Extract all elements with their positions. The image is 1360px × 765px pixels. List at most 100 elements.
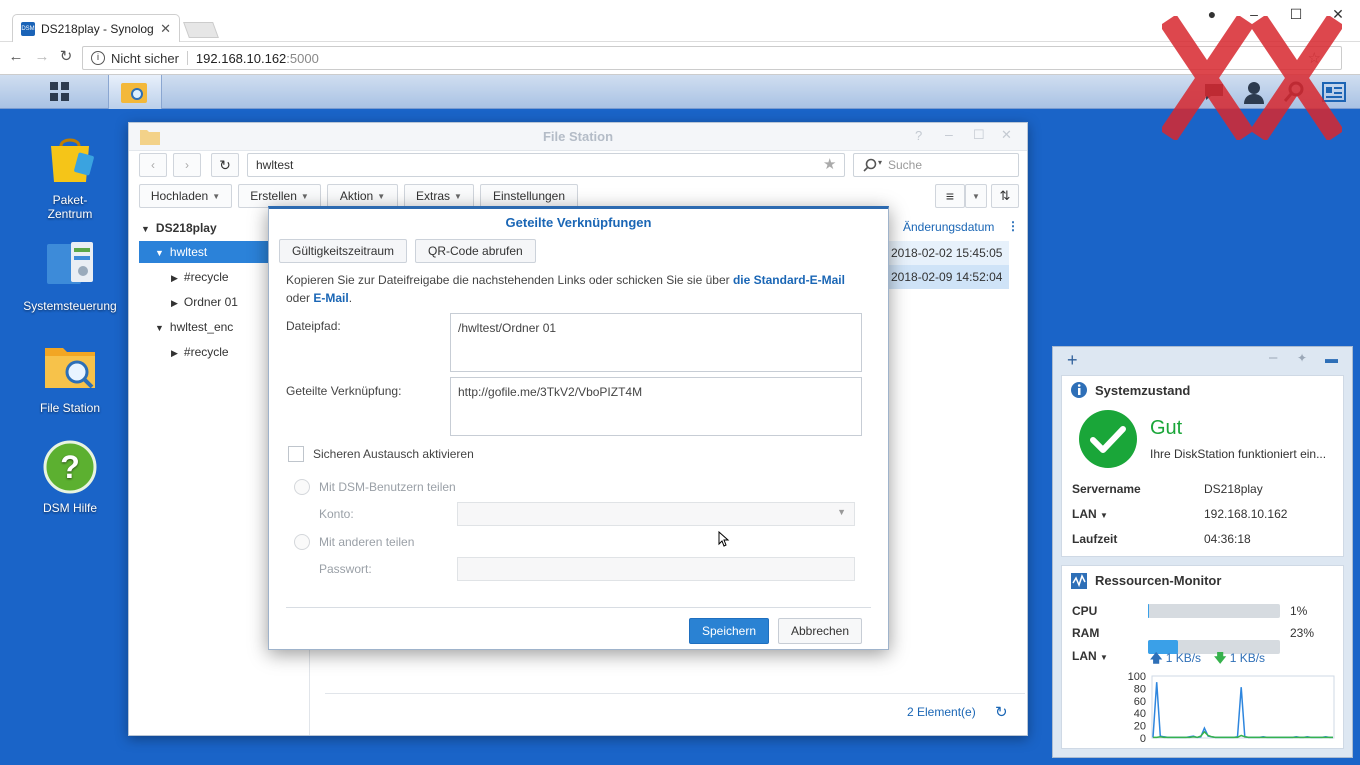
collapse-widgets-button[interactable]: – xyxy=(1269,349,1277,366)
y-tick-label: 100 xyxy=(1128,671,1146,683)
ram-label: RAM xyxy=(1072,626,1100,640)
collapse-icon: ▶ xyxy=(171,348,178,358)
account-select[interactable]: ▼ xyxy=(457,502,855,526)
dialog-title: Geteilte Verknüpfungen xyxy=(505,215,652,230)
save-button[interactable]: Speichern xyxy=(689,618,769,644)
info-row: Laufzeit 04:36:18 xyxy=(1072,531,1251,546)
info-icon[interactable]: i xyxy=(91,51,105,65)
file-row-2-date[interactable]: 2018-02-09 14:52:04 xyxy=(889,265,1009,289)
status-refresh-icon[interactable]: ↻ xyxy=(995,703,1008,721)
settings-button[interactable]: Einstellungen xyxy=(480,184,578,208)
close-button[interactable]: ✕ xyxy=(1001,127,1012,143)
arrow-down-icon: 🡇 xyxy=(1214,651,1227,665)
dialog-divider xyxy=(286,607,871,608)
network-chart: 100806040200 xyxy=(1128,671,1335,744)
window-title: File Station xyxy=(542,129,614,144)
dsm-users-radio[interactable] xyxy=(294,479,310,495)
chevron-down-icon: ▼ xyxy=(837,507,846,517)
shared-link-field[interactable]: http://gofile.me/3TkV2/VboPIZT4M xyxy=(450,377,862,436)
main-menu-button[interactable] xyxy=(20,75,100,109)
tree-item-ordner-01[interactable]: ▶ Ordner 01 xyxy=(171,291,238,313)
reload-button[interactable]: ↻ xyxy=(56,47,76,67)
close-tab-icon[interactable]: ✕ xyxy=(160,21,171,37)
dsm-users-label: Mit DSM-Benutzern teilen xyxy=(319,480,456,494)
list-view-button[interactable]: ≡ xyxy=(935,184,965,208)
expand-icon: ▼ xyxy=(155,248,164,258)
tab-title: DS218play - Synology Di xyxy=(41,21,154,36)
file-station-taskbar-button[interactable] xyxy=(108,75,162,109)
browser-tabstrip: DSM DS218play - Synology Di ✕ ● – ☐ ✕ xyxy=(0,0,1360,42)
dsm-taskbar xyxy=(0,75,1360,109)
file-station-shortcut[interactable]: File Station xyxy=(15,340,125,415)
maximize-button[interactable]: ☐ xyxy=(973,127,985,143)
help-window-button[interactable]: ? xyxy=(915,128,922,143)
password-field[interactable] xyxy=(457,557,855,581)
control-panel-label: Systemsteuerung xyxy=(23,299,117,313)
standard-email-link[interactable]: die Standard-E-Mail xyxy=(733,273,845,287)
y-tick-label: 20 xyxy=(1134,721,1146,733)
cpu-bar xyxy=(1148,604,1280,618)
control-panel-shortcut[interactable]: Systemsteuerung xyxy=(15,238,125,313)
control-panel-icon xyxy=(47,242,93,284)
column-header-modified[interactable]: Änderungsdatum xyxy=(903,220,994,234)
forward-button[interactable]: → xyxy=(32,47,52,67)
extras-button[interactable]: Extras ▼ xyxy=(404,184,474,208)
view-dropdown-button[interactable]: ▼ xyxy=(965,184,987,208)
back-button[interactable]: ← xyxy=(6,47,26,67)
health-description: Ihre DiskStation funktioniert ein... xyxy=(1150,447,1327,461)
forward-nav-button[interactable]: › xyxy=(173,153,201,177)
close-widgets-icon[interactable]: ▬ xyxy=(1325,351,1338,366)
tree-item-recycle[interactable]: ▶ #recycle xyxy=(171,266,229,288)
chevron-down-icon: ▼ xyxy=(1100,510,1108,520)
checkmark-icon xyxy=(1079,410,1137,468)
cancel-button[interactable]: Abbrechen xyxy=(778,618,862,644)
secure-sharing-checkbox[interactable] xyxy=(288,446,304,462)
path-field[interactable]: hwltest xyxy=(247,153,845,177)
tree-item-recycle-enc[interactable]: ▶ #recycle xyxy=(171,341,229,363)
filepath-field[interactable]: /hwltest/Ordner 01 xyxy=(450,313,862,372)
others-radio[interactable] xyxy=(294,534,310,550)
lan-download: 🡇 1 KB/s xyxy=(1214,651,1266,665)
column-menu-icon[interactable]: ⋮ xyxy=(1007,219,1019,233)
chevron-down-icon: ▼ xyxy=(212,191,221,201)
info-icon xyxy=(1071,382,1087,398)
upload-button[interactable]: Hochladen ▼ xyxy=(139,184,232,208)
favorite-star-icon[interactable]: ★ xyxy=(823,155,836,173)
tree-item-hwltest[interactable]: ▼ hwltest xyxy=(139,241,269,263)
email-link[interactable]: E-Mail xyxy=(313,291,348,305)
chevron-down-icon: ▼ xyxy=(454,191,462,201)
sort-button[interactable]: ⇅ xyxy=(991,184,1019,208)
file-station-label: File Station xyxy=(39,401,101,415)
others-label: Mit anderen teilen xyxy=(319,535,415,549)
minimize-button[interactable]: – xyxy=(945,126,953,142)
lan-dropdown[interactable]: LAN ▼ xyxy=(1072,649,1108,663)
file-station-titlebar[interactable]: File Station ? – ☐ ✕ xyxy=(129,123,1027,151)
tree-root[interactable]: ▼ DS218play xyxy=(141,217,217,239)
add-widget-button[interactable]: + xyxy=(1067,350,1078,371)
file-row-1-date[interactable]: 2018-02-02 15:45:05 xyxy=(889,241,1009,265)
folder-search-icon xyxy=(121,83,147,103)
search-dropdown-icon[interactable]: ▾ xyxy=(878,158,882,167)
package-center-shortcut[interactable]: Paket- Zentrum xyxy=(15,132,125,221)
mouse-cursor-icon xyxy=(718,531,730,547)
new-tab-button[interactable] xyxy=(183,22,219,38)
browser-tab[interactable]: DSM DS218play - Synology Di ✕ xyxy=(12,14,180,42)
chevron-down-icon: ▼ xyxy=(377,191,386,201)
link-label: Geteilte Verknüpfung: xyxy=(286,384,402,398)
refresh-button[interactable]: ↻ xyxy=(211,153,239,177)
create-button[interactable]: Erstellen ▼ xyxy=(238,184,321,208)
pin-icon[interactable]: ✦ xyxy=(1297,351,1307,365)
y-tick-label: 80 xyxy=(1134,683,1146,695)
status-divider xyxy=(325,693,1025,694)
security-label: Nicht sicher xyxy=(111,50,179,66)
dsm-help-shortcut[interactable]: ? DSM Hilfe xyxy=(15,440,125,515)
qr-code-button[interactable]: QR-Code abrufen xyxy=(415,239,536,263)
validity-button[interactable]: Gültigkeitszeitraum xyxy=(279,239,408,263)
lan-selector[interactable]: LAN ▼ xyxy=(1072,507,1204,521)
url-field[interactable]: i Nicht sicher 192.168.10.162:5000 ☆ xyxy=(82,46,1342,70)
action-button[interactable]: Aktion ▼ xyxy=(327,184,398,208)
filepath-label: Dateipfad: xyxy=(286,319,341,333)
expand-icon: ▼ xyxy=(155,323,164,333)
back-nav-button[interactable]: ‹ xyxy=(139,153,167,177)
tree-item-hwltest-enc[interactable]: ▼ hwltest_enc xyxy=(155,316,233,338)
